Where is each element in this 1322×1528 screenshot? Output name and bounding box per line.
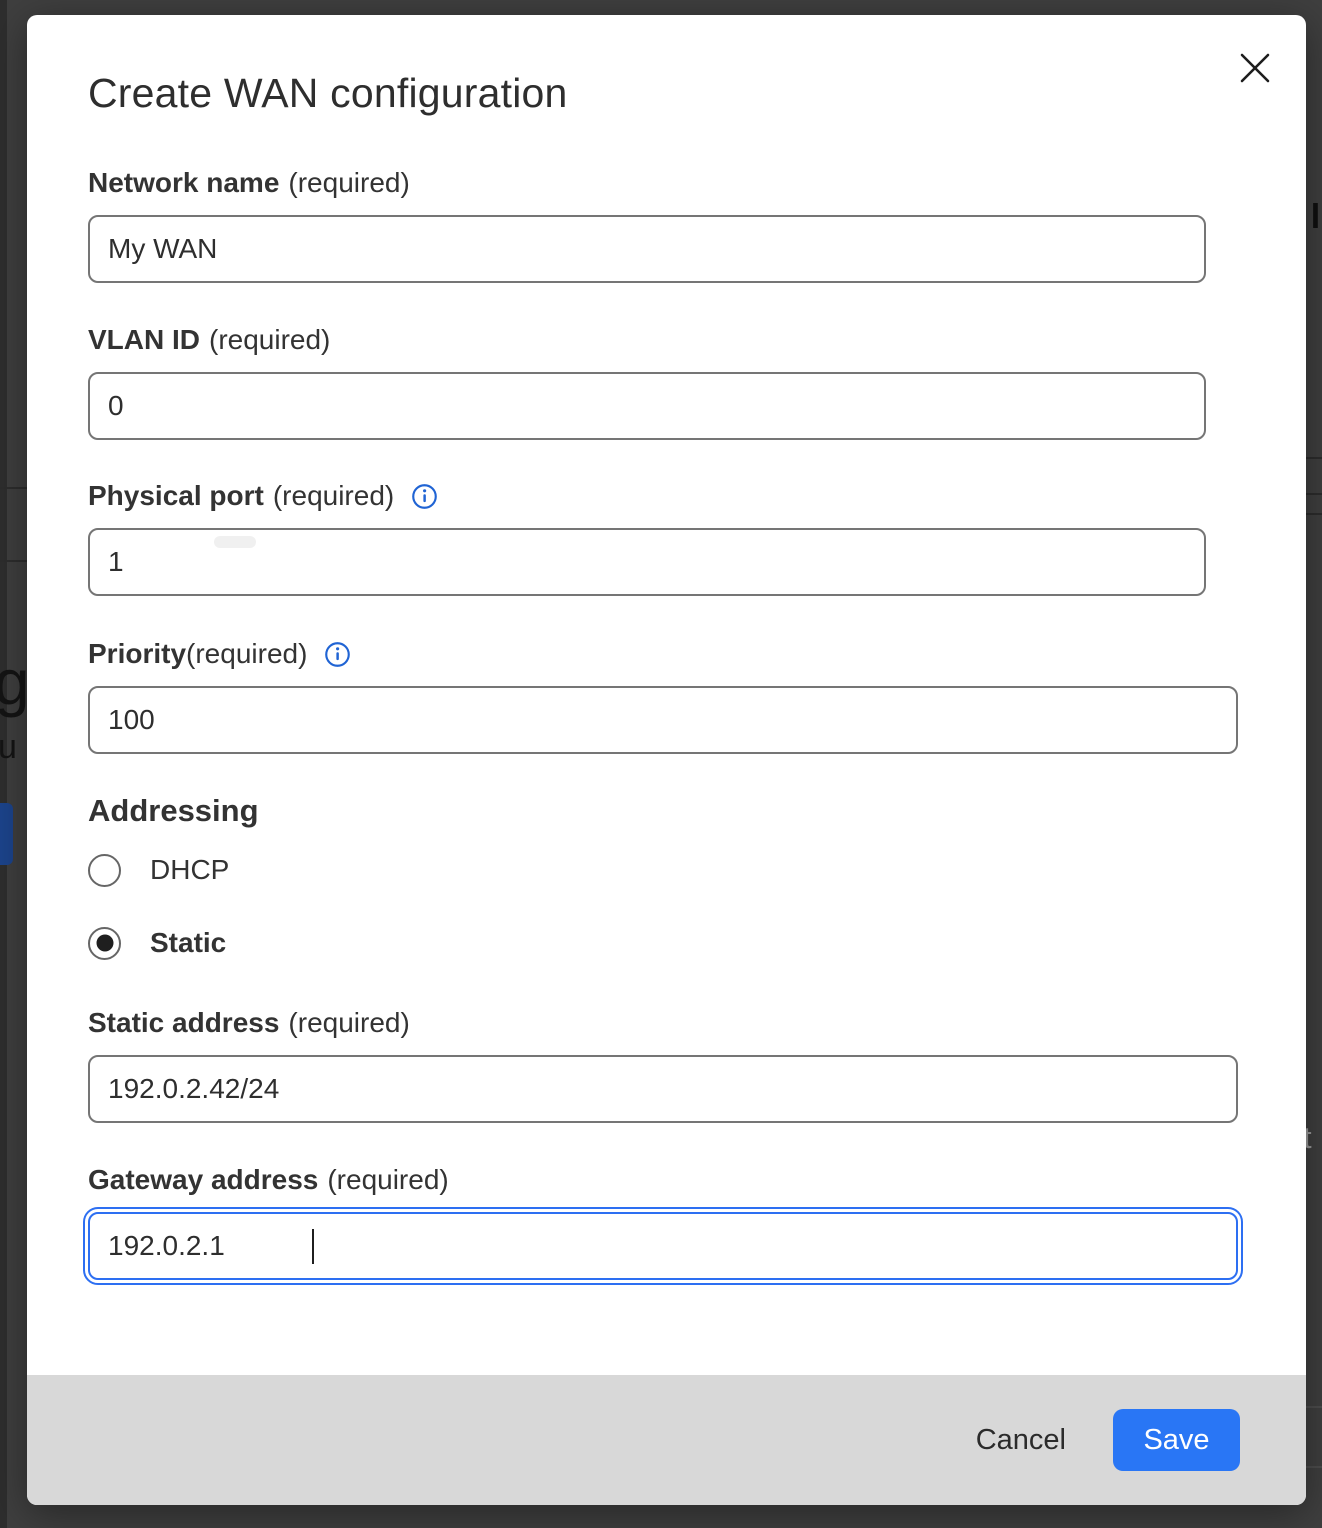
required-hint: (required) <box>288 166 409 200</box>
radio-option-static[interactable]: Static <box>88 925 226 961</box>
priority-input[interactable] <box>88 686 1238 754</box>
addressing-section-header: Addressing <box>88 793 259 829</box>
physical-port-input[interactable] <box>88 528 1206 596</box>
vlan-id-input[interactable] <box>88 372 1206 440</box>
text-caret <box>312 1229 314 1264</box>
radio-label: Static <box>150 927 226 959</box>
priority-field-group: Priority (required) <box>88 637 1238 754</box>
dimmed-page-text-fragment: u <box>0 728 17 767</box>
radio-button[interactable] <box>88 854 121 887</box>
required-hint: (required) <box>327 1163 448 1197</box>
label-text: VLAN ID <box>88 323 200 357</box>
network-name-input[interactable] <box>88 215 1206 283</box>
dimmed-table-line <box>0 560 27 562</box>
cancel-button[interactable]: Cancel <box>958 1414 1084 1467</box>
render-artifact <box>214 536 256 548</box>
gateway-address-input[interactable] <box>88 1212 1238 1280</box>
static-address-label: Static address (required) <box>88 1006 1238 1040</box>
physical-port-field-group: Physical port (required) <box>88 479 1206 596</box>
radio-label: DHCP <box>150 854 229 886</box>
create-wan-dialog: Create WAN configuration Network name (r… <box>27 15 1306 1505</box>
screen: g u t l t Create WAN configuration Netwo… <box>0 0 1322 1528</box>
gateway-address-field-group: Gateway address (required) <box>88 1163 1238 1280</box>
close-icon[interactable] <box>1227 40 1283 96</box>
static-address-input[interactable] <box>88 1055 1238 1123</box>
gateway-address-input-wrap <box>88 1212 1238 1280</box>
close-icon-glyph <box>1239 52 1271 84</box>
dimmed-table-line <box>0 487 27 489</box>
physical-port-label: Physical port (required) <box>88 479 1206 513</box>
label-text: Physical port <box>88 479 264 513</box>
dialog-footer: Cancel Save <box>27 1375 1306 1505</box>
required-hint: (required) <box>209 323 330 357</box>
vlan-id-label: VLAN ID (required) <box>88 323 1206 357</box>
gateway-address-label: Gateway address (required) <box>88 1163 1238 1197</box>
network-name-field-group: Network name (required) <box>88 166 1206 283</box>
radio-option-dhcp[interactable]: DHCP <box>88 852 229 888</box>
required-hint: (required) <box>288 1006 409 1040</box>
save-button[interactable]: Save <box>1113 1409 1240 1471</box>
network-name-label: Network name (required) <box>88 166 1206 200</box>
vlan-id-field-group: VLAN ID (required) <box>88 323 1206 440</box>
physical-port-input-wrap <box>88 528 1206 596</box>
dialog-title: Create WAN configuration <box>88 70 568 117</box>
priority-label: Priority (required) <box>88 637 1238 671</box>
dimmed-page-button-fragment <box>0 803 13 865</box>
radio-button[interactable] <box>88 927 121 960</box>
label-text: Gateway address <box>88 1163 318 1197</box>
label-text: Priority <box>88 637 186 671</box>
info-icon[interactable] <box>411 483 438 510</box>
required-hint: (required) <box>273 479 394 513</box>
required-hint: (required) <box>186 637 307 671</box>
static-address-field-group: Static address (required) <box>88 1006 1238 1123</box>
dimmed-page-text-fragment: g <box>0 645 30 719</box>
label-text: Network name <box>88 166 279 200</box>
info-icon[interactable] <box>324 641 351 668</box>
label-text: Static address <box>88 1006 279 1040</box>
